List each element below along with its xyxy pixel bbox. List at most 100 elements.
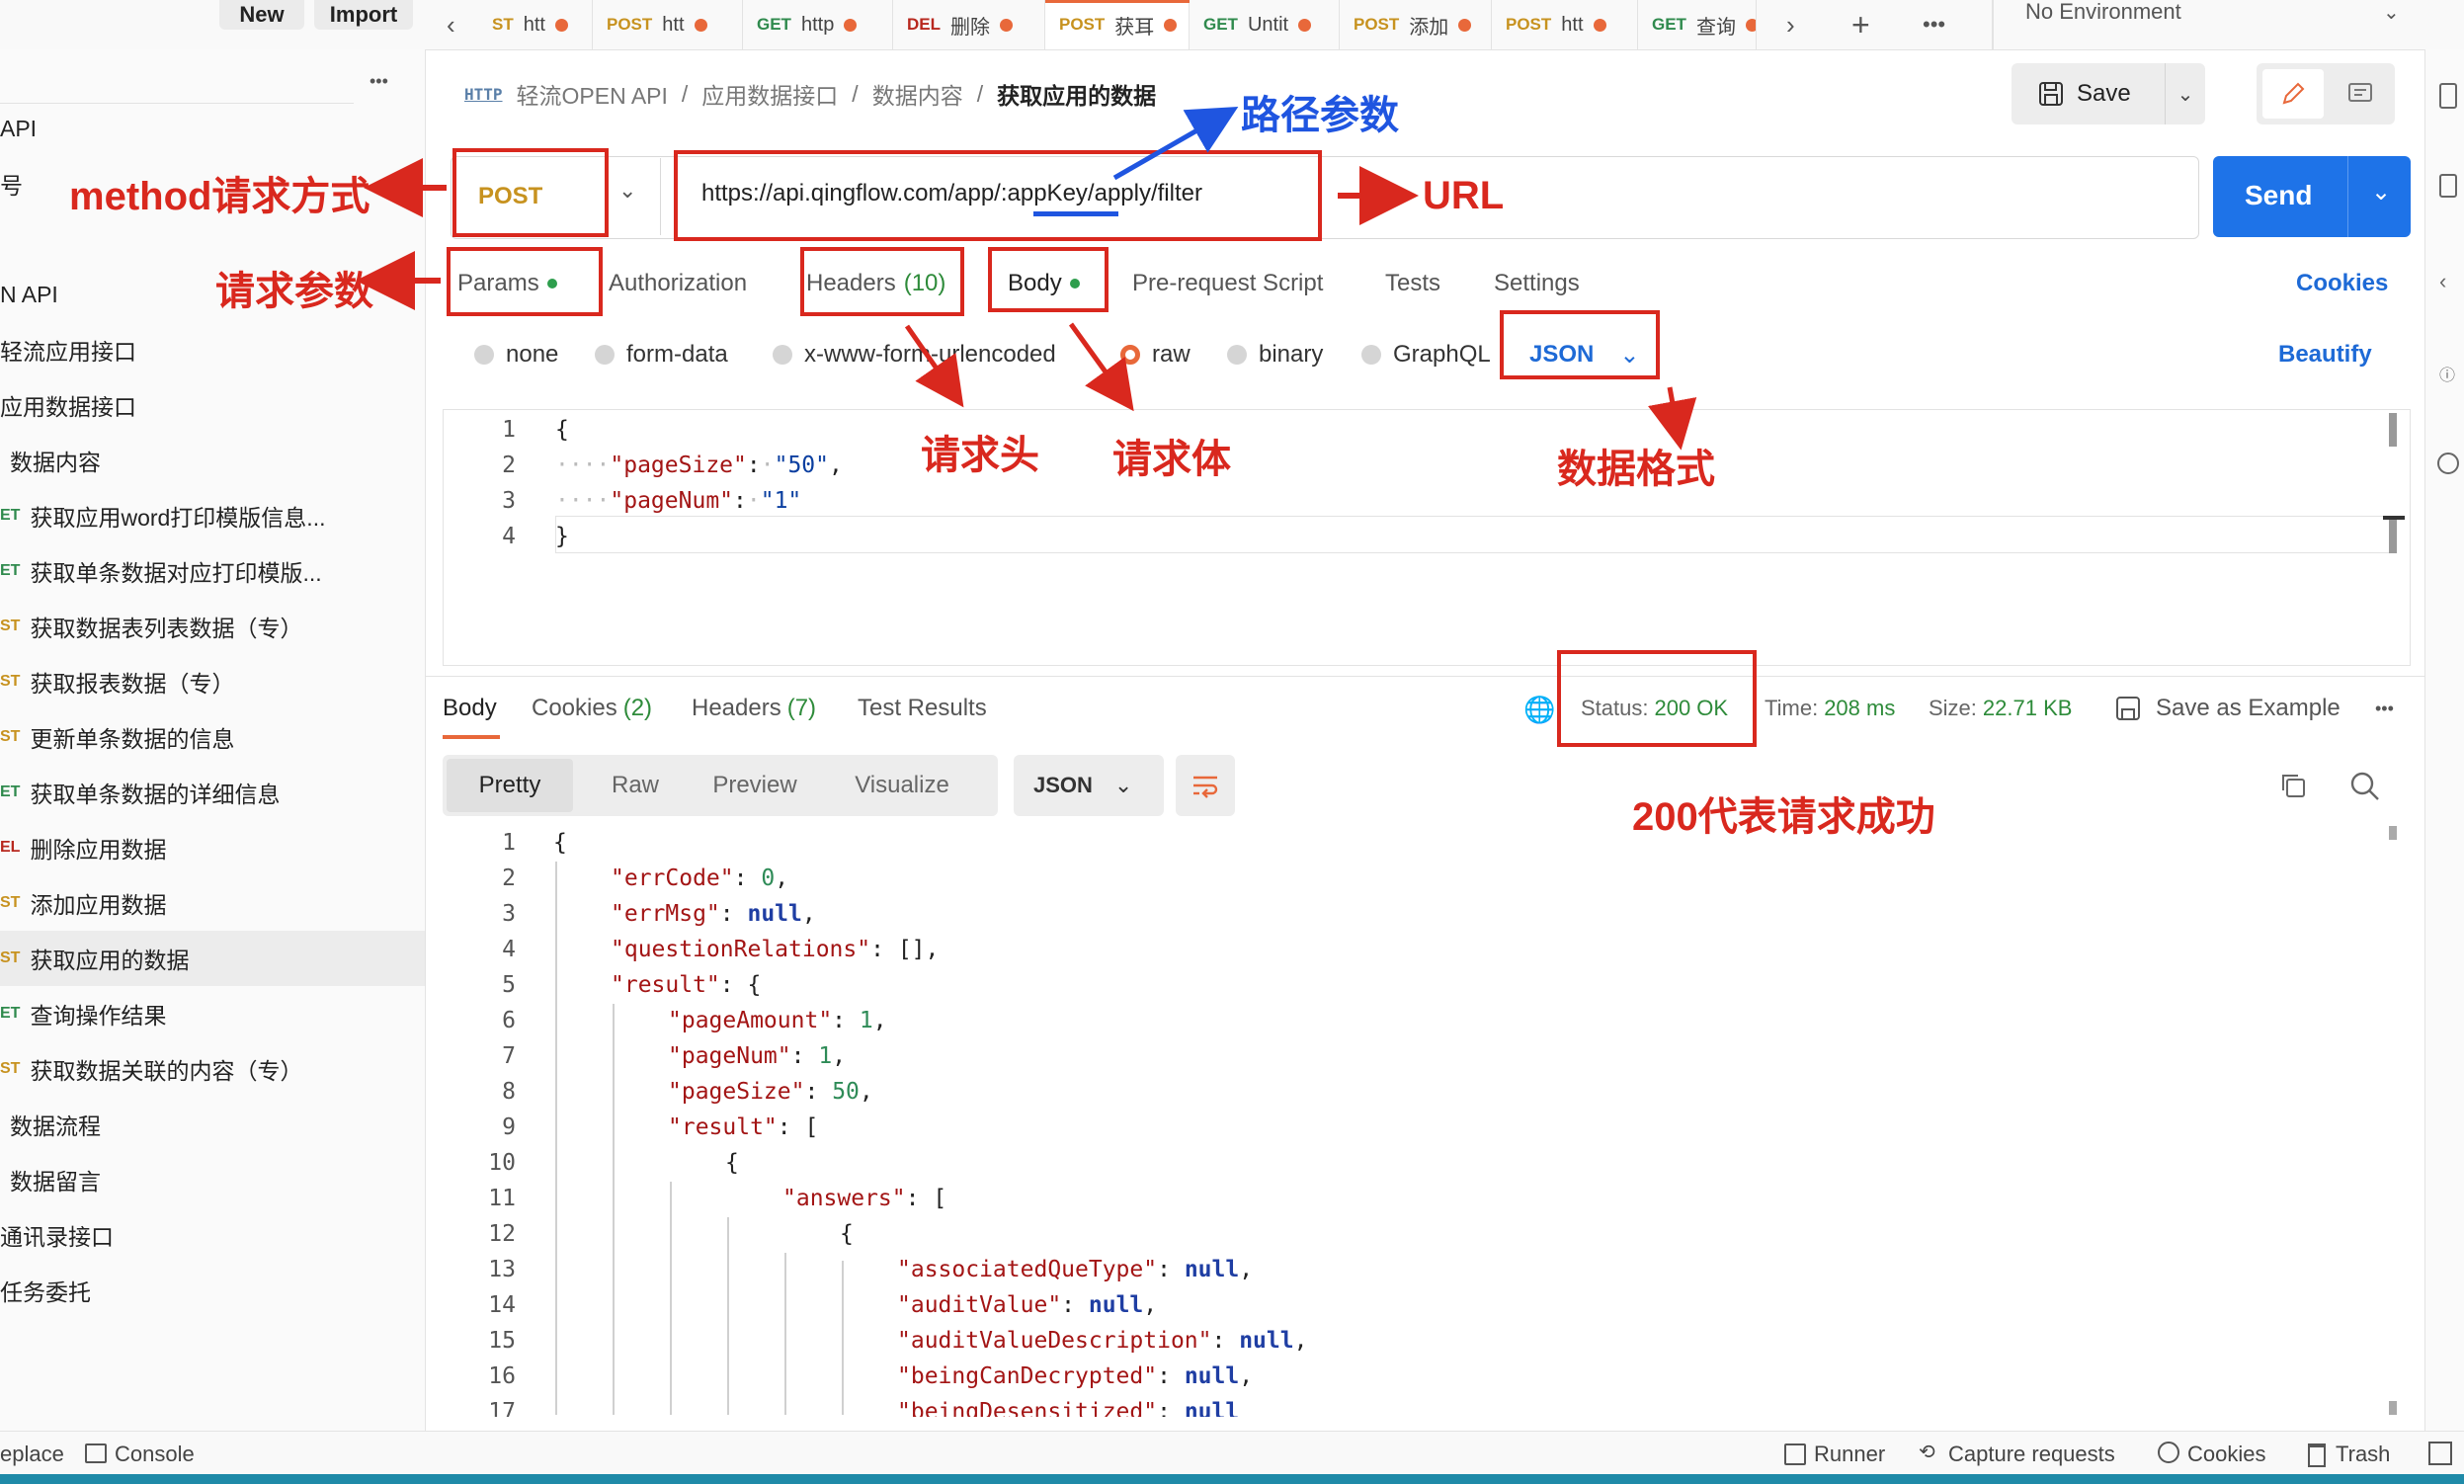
radio-urlencoded[interactable]: x-www-form-urlencoded bbox=[773, 338, 1056, 371]
indent-guide bbox=[727, 1217, 729, 1415]
sidebar-item[interactable]: ET 获取单条数据对应打印模版... bbox=[0, 543, 425, 599]
sidebar-item[interactable]: ST 获取应用的数据 bbox=[0, 931, 425, 986]
tab-prerequest-script[interactable]: Pre-request Script bbox=[1132, 267, 1323, 300]
view-mode-preview[interactable]: Preview bbox=[696, 759, 814, 812]
send-dropdown-chevron-icon[interactable]: ⌄ bbox=[2371, 178, 2391, 206]
response-tab-headers[interactable]: Headers (7) bbox=[692, 692, 816, 725]
environment-chevron-icon[interactable]: ⌄ bbox=[2383, 0, 2400, 24]
new-tab-plus-icon[interactable]: + bbox=[1851, 0, 1881, 49]
save-button[interactable]: Save ⌄ bbox=[2012, 63, 2205, 124]
radio-raw[interactable]: raw bbox=[1120, 338, 1191, 371]
view-mode-pretty[interactable]: Pretty bbox=[447, 759, 573, 812]
sidebar-more-icon[interactable]: ••• bbox=[370, 71, 388, 92]
sidebar-item-method: ST bbox=[0, 618, 21, 634]
import-button[interactable]: Import bbox=[314, 0, 413, 30]
radio-form-data[interactable]: form-data bbox=[595, 338, 728, 371]
sidebar-item[interactable]: ST 添加应用数据 bbox=[0, 875, 425, 931]
cookies-button[interactable]: Cookies bbox=[2187, 1442, 2265, 1467]
trash-button[interactable]: Trash bbox=[2336, 1442, 2390, 1467]
sidebar-item[interactable]: 数据留言 bbox=[0, 1152, 425, 1207]
console-button[interactable]: Console bbox=[115, 1442, 195, 1467]
breadcrumb-item[interactable]: 轻流OPEN API bbox=[517, 77, 668, 111]
response-scrollbar[interactable] bbox=[2389, 1401, 2397, 1415]
editor-scrollbar-thumb[interactable] bbox=[2389, 520, 2397, 553]
sidebar-item[interactable]: ST 获取报表数据（专） bbox=[0, 654, 425, 709]
environment-selector[interactable]: No Environment bbox=[2025, 0, 2401, 24]
sidebar-item[interactable]: API bbox=[0, 101, 425, 156]
tabs-left-chevron-icon[interactable]: ‹ bbox=[447, 0, 476, 49]
request-tab[interactable]: POST htt bbox=[593, 0, 743, 49]
request-tab[interactable]: GET Untit bbox=[1190, 0, 1340, 49]
sidebar-item[interactable]: 数据内容 bbox=[0, 433, 425, 488]
save-as-example-button[interactable]: Save as Example bbox=[2114, 692, 2341, 725]
docs-icon[interactable] bbox=[2439, 83, 2457, 109]
editor-scrollbar[interactable] bbox=[2389, 413, 2397, 447]
breadcrumb-item[interactable]: 数据内容 bbox=[872, 77, 963, 111]
related-icon[interactable] bbox=[2437, 453, 2459, 474]
comment-rail-icon[interactable] bbox=[2439, 174, 2457, 198]
copy-icon[interactable] bbox=[2278, 771, 2308, 805]
response-tab-body[interactable]: Body bbox=[443, 692, 497, 725]
beautify-button[interactable]: Beautify bbox=[2278, 338, 2372, 371]
request-tab[interactable]: GET 查询 bbox=[1638, 0, 1757, 49]
request-tab-label: 添加 bbox=[1409, 16, 1449, 39]
request-tab[interactable]: POST 添加 bbox=[1340, 0, 1492, 49]
radio-binary[interactable]: binary bbox=[1227, 338, 1323, 371]
request-tab[interactable]: GET http bbox=[743, 0, 893, 49]
radio-none[interactable]: none bbox=[474, 338, 558, 371]
request-tab-label: 查询 bbox=[1695, 16, 1736, 39]
tab-settings[interactable]: Settings bbox=[1494, 267, 1580, 300]
sidebar-search-input[interactable] bbox=[0, 63, 354, 104]
globe-icon[interactable]: 🌐 bbox=[1523, 695, 1555, 725]
info-icon[interactable]: ⓘ bbox=[2439, 362, 2455, 385]
sidebar-item[interactable]: ST 更新单条数据的信息 bbox=[0, 709, 425, 765]
tabs-right-chevron-icon[interactable]: › bbox=[1786, 0, 1816, 49]
runner-button[interactable]: Runner bbox=[1814, 1442, 1885, 1467]
request-tab[interactable]: POST 获耳 bbox=[1045, 0, 1190, 49]
sidebar-item[interactable]: 轻流应用接口 bbox=[0, 322, 425, 377]
request-tab[interactable]: DEL 删除 bbox=[893, 0, 1045, 49]
wrap-lines-icon[interactable] bbox=[1176, 755, 1235, 816]
cookies-link[interactable]: Cookies bbox=[2296, 267, 2388, 300]
method-chevron-icon[interactable]: ⌄ bbox=[618, 178, 636, 204]
sidebar-item[interactable]: ST 获取数据表列表数据（专） bbox=[0, 599, 425, 654]
new-button[interactable]: New bbox=[219, 0, 304, 30]
tabs-more-icon[interactable]: ••• bbox=[1923, 0, 1962, 49]
save-dropdown-chevron-icon[interactable]: ⌄ bbox=[2166, 82, 2205, 107]
capture-requests-button[interactable]: Capture requests bbox=[1948, 1442, 2115, 1467]
response-format-select[interactable]: JSON ⌄ bbox=[1014, 755, 1164, 816]
find-replace-button[interactable]: eplace bbox=[0, 1442, 64, 1467]
sidebar-item-label: 删除应用数据 bbox=[30, 837, 167, 863]
sidebar-item[interactable]: ET 获取单条数据的详细信息 bbox=[0, 765, 425, 820]
tab-tests[interactable]: Tests bbox=[1385, 267, 1440, 300]
request-tab-label: htt bbox=[523, 13, 545, 36]
layout-icon[interactable] bbox=[2428, 1442, 2452, 1465]
sidebar-item[interactable]: ET 查询操作结果 bbox=[0, 986, 425, 1041]
response-more-icon[interactable]: ••• bbox=[2375, 692, 2394, 725]
request-tab[interactable]: POST htt bbox=[1492, 0, 1638, 49]
sidebar-item[interactable]: 应用数据接口 bbox=[0, 377, 425, 433]
sidebar-item[interactable]: ET 获取应用word打印模版信息... bbox=[0, 488, 425, 543]
breadcrumb-item[interactable]: 应用数据接口 bbox=[701, 77, 838, 111]
edit-icon[interactable] bbox=[2262, 69, 2324, 119]
view-mode-visualize[interactable]: Visualize bbox=[828, 759, 976, 812]
comment-icon[interactable] bbox=[2336, 69, 2385, 119]
view-mode-raw[interactable]: Raw bbox=[591, 759, 680, 812]
tab-authorization[interactable]: Authorization bbox=[609, 267, 747, 300]
sidebar-item[interactable]: 任务委托 bbox=[0, 1263, 425, 1318]
response-tab-test-results[interactable]: Test Results bbox=[858, 692, 987, 725]
request-tab[interactable]: ST htt bbox=[478, 0, 593, 49]
sidebar-item[interactable]: 数据流程 bbox=[0, 1097, 425, 1152]
send-button[interactable]: Send ⌄ bbox=[2213, 156, 2411, 237]
sidebar-item[interactable]: EL 删除应用数据 bbox=[0, 820, 425, 875]
response-tab-cookies[interactable]: Cookies (2) bbox=[532, 692, 652, 725]
sidebar-item[interactable]: 通讯录接口 bbox=[0, 1207, 425, 1263]
response-format-label: JSON bbox=[1033, 773, 1093, 797]
sidebar-item[interactable]: ST 获取数据关联的内容（专） bbox=[0, 1041, 425, 1097]
response-scrollbar[interactable] bbox=[2389, 826, 2397, 840]
response-cookies-count: (2) bbox=[622, 695, 653, 721]
radio-graphql[interactable]: GraphQL bbox=[1361, 338, 1491, 371]
code-icon[interactable]: ‹ bbox=[2439, 269, 2446, 294]
json-value: 0 bbox=[761, 866, 776, 891]
search-icon[interactable] bbox=[2349, 771, 2381, 807]
